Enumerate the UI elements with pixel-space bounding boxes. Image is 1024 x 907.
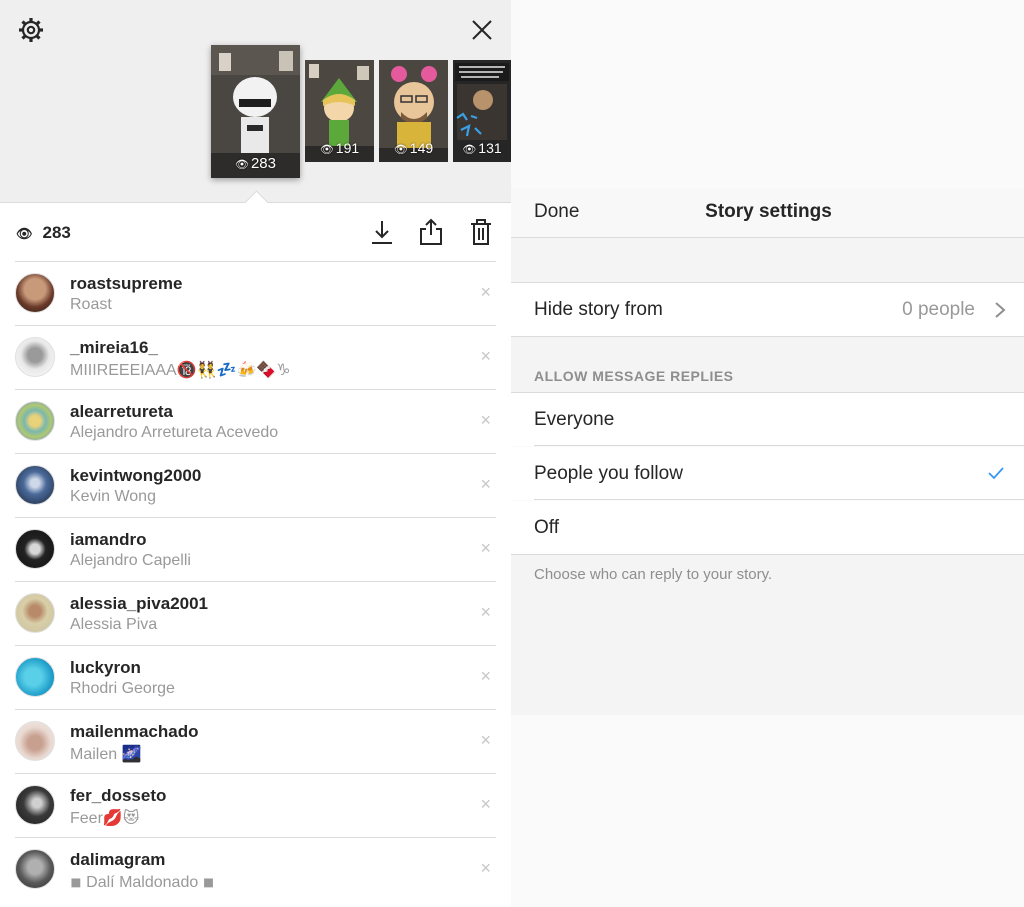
- divider: [534, 445, 1024, 446]
- viewer-row[interactable]: roastsupreme Roast ×: [15, 261, 496, 325]
- remove-viewer-icon[interactable]: ×: [480, 474, 491, 495]
- nav-bar: Done Story settings: [511, 188, 1024, 238]
- viewer-username[interactable]: iamandro: [70, 530, 147, 550]
- remove-viewer-icon[interactable]: ×: [480, 666, 491, 687]
- viewer-full-name: Kevin Wong: [70, 488, 156, 505]
- viewer-full-name: Roast: [70, 296, 112, 313]
- option-label: People you follow: [534, 463, 683, 484]
- story-thumbnail-selected[interactable]: 👁 283: [211, 45, 300, 178]
- total-view-count: 👁 283: [16, 223, 71, 242]
- viewer-row[interactable]: _mireia16_ MIIIREEEIAAA🔞👯💤🍻🍫♑ ×: [15, 325, 496, 389]
- avatar[interactable]: [15, 849, 55, 889]
- story-stats-bar: 👁 283: [0, 203, 511, 261]
- avatar[interactable]: [15, 785, 55, 825]
- viewer-row[interactable]: iamandro Alejandro Capelli ×: [15, 517, 496, 581]
- reply-option-everyone[interactable]: Everyone: [511, 393, 1024, 446]
- reply-option-off[interactable]: Off: [511, 501, 1024, 555]
- viewer-full-name: MIIIREEEIAAA🔞👯💤🍻🍫♑: [70, 362, 291, 379]
- avatar[interactable]: [15, 273, 55, 313]
- avatar[interactable]: [15, 401, 55, 441]
- eye-icon: 👁: [16, 226, 33, 241]
- close-icon[interactable]: [468, 16, 496, 44]
- story-settings-panel: Done Story settings Hide story from 0 pe…: [511, 0, 1024, 907]
- viewer-full-name: Alejandro Arretureta Acevedo: [70, 424, 279, 441]
- viewer-username[interactable]: roastsupreme: [70, 274, 182, 294]
- viewer-username[interactable]: alessia_piva2001: [70, 594, 208, 614]
- viewer-full-name: ◾ Dalí Maldonado ◾: [70, 874, 215, 891]
- viewer-username[interactable]: fer_dosseto: [70, 786, 166, 806]
- reply-option-people-you-follow[interactable]: People you follow: [511, 447, 1024, 500]
- remove-viewer-icon[interactable]: ×: [480, 602, 491, 623]
- remove-viewer-icon[interactable]: ×: [480, 410, 491, 431]
- viewer-row[interactable]: mailenmachado Mailen 🌌 ×: [15, 709, 496, 773]
- thumbnail-view-count: 👁 131: [462, 140, 502, 156]
- thumbnail-view-count: 👁 283: [235, 155, 276, 172]
- avatar[interactable]: [15, 529, 55, 569]
- viewer-username[interactable]: dalimagram: [70, 850, 165, 870]
- footer-note: Choose who can reply to your story.: [534, 566, 773, 583]
- remove-viewer-icon[interactable]: ×: [480, 282, 491, 303]
- viewer-full-name: Alessia Piva: [70, 616, 158, 633]
- avatar[interactable]: [15, 465, 55, 505]
- remove-viewer-icon[interactable]: ×: [480, 794, 491, 815]
- thumbnail-view-count: 👁 149: [393, 140, 434, 156]
- eye-icon: 👁: [462, 144, 477, 156]
- avatar[interactable]: [15, 593, 55, 633]
- viewer-full-name: Rhodri George: [70, 680, 175, 697]
- avatar[interactable]: [15, 721, 55, 761]
- viewer-row[interactable]: fer_dosseto Feer💋😻 ×: [15, 773, 496, 837]
- remove-viewer-icon[interactable]: ×: [480, 538, 491, 559]
- viewer-list: roastsupreme Roast × _mireia16_ MIIIREEE…: [0, 261, 511, 901]
- remove-viewer-icon[interactable]: ×: [480, 858, 491, 879]
- eye-icon: 👁: [393, 144, 408, 156]
- viewer-username[interactable]: _mireia16_: [70, 338, 158, 358]
- viewer-full-name: Feer💋😻: [70, 810, 140, 827]
- option-label: Off: [534, 517, 559, 538]
- footer-area: Choose who can reply to your story.: [511, 555, 1024, 715]
- story-thumbnail[interactable]: 👁 149: [379, 60, 448, 162]
- avatar[interactable]: [15, 657, 55, 697]
- viewer-full-name: Mailen 🌌: [70, 746, 142, 763]
- trash-icon[interactable]: [466, 217, 496, 247]
- viewer-username[interactable]: luckyron: [70, 658, 141, 678]
- chevron-right-icon: [995, 302, 1006, 318]
- section-spacer: [511, 238, 1024, 283]
- viewer-row[interactable]: kevintwong2000 Kevin Wong ×: [15, 453, 496, 517]
- story-thumbnail[interactable]: 👁 131: [453, 60, 511, 162]
- section-header: ALLOW MESSAGE REPLIES: [534, 368, 734, 384]
- hide-story-value: 0 people: [902, 299, 975, 320]
- story-thumbnail[interactable]: 👁 191: [305, 60, 374, 162]
- eye-icon: 👁: [235, 159, 249, 171]
- viewer-username[interactable]: mailenmachado: [70, 722, 199, 742]
- hide-story-row[interactable]: Hide story from 0 people: [511, 283, 1024, 337]
- share-icon[interactable]: [416, 217, 446, 247]
- divider: [534, 499, 1024, 500]
- eye-icon: 👁: [319, 144, 334, 156]
- viewer-username[interactable]: alearretureta: [70, 402, 173, 422]
- hide-story-label: Hide story from: [534, 299, 663, 320]
- viewer-row[interactable]: luckyron Rhodri George ×: [15, 645, 496, 709]
- page-title: Story settings: [705, 201, 832, 222]
- story-viewers-panel: 👁 283 👁 191 👁 149 👁 131 👁 283 roastsupre…: [0, 0, 511, 907]
- section-header-area: ALLOW MESSAGE REPLIES: [511, 337, 1024, 393]
- remove-viewer-icon[interactable]: ×: [480, 730, 491, 751]
- viewer-row[interactable]: alearretureta Alejandro Arretureta Aceve…: [15, 389, 496, 453]
- gear-icon[interactable]: [17, 16, 45, 44]
- avatar[interactable]: [15, 337, 55, 377]
- viewer-full-name: Alejandro Capelli: [70, 552, 191, 569]
- viewer-username[interactable]: kevintwong2000: [70, 466, 201, 486]
- viewer-row[interactable]: alessia_piva2001 Alessia Piva ×: [15, 581, 496, 645]
- download-icon[interactable]: [367, 217, 397, 247]
- option-label: Everyone: [534, 409, 615, 430]
- viewer-row[interactable]: dalimagram ◾ Dalí Maldonado ◾ ×: [15, 837, 496, 901]
- remove-viewer-icon[interactable]: ×: [480, 346, 491, 367]
- thumbnail-view-count: 👁 191: [319, 140, 360, 156]
- story-tray: 👁 283 👁 191 👁 149 👁 131: [0, 0, 511, 215]
- checkmark-icon: [988, 467, 1004, 480]
